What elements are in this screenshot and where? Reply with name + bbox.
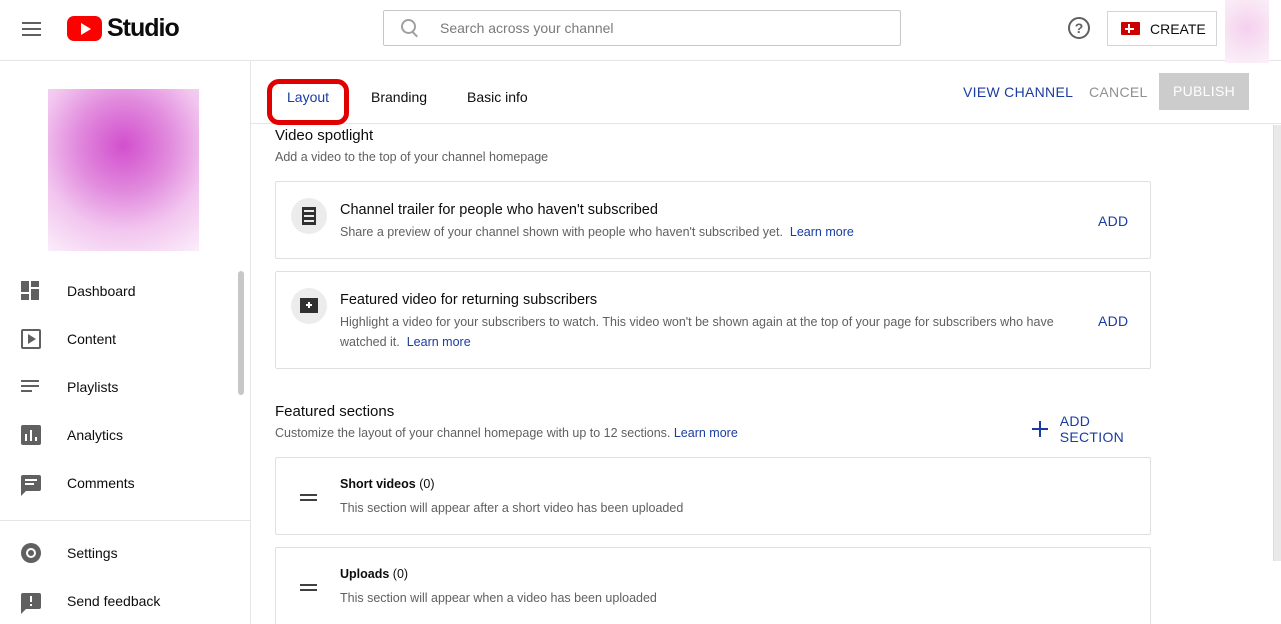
sidebar-item-label: Playlists xyxy=(67,379,119,395)
plus-icon xyxy=(1032,421,1048,437)
sidebar-item-label: Send feedback xyxy=(67,593,161,609)
learn-more-link[interactable]: Learn more xyxy=(790,225,854,239)
sidebar-item-label: Settings xyxy=(67,545,118,561)
analytics-icon xyxy=(21,425,41,445)
main-scrollbar[interactable] xyxy=(1273,125,1281,561)
sidebar-item-label: Content xyxy=(67,331,117,347)
drag-handle-icon[interactable] xyxy=(300,494,317,502)
section-row-description: This section will appear after a short v… xyxy=(340,501,684,515)
sidebar-item-comments[interactable]: Comments xyxy=(0,459,250,507)
add-featured-video-button[interactable]: ADD xyxy=(1098,313,1128,329)
cancel-button[interactable]: CANCEL xyxy=(1089,84,1148,100)
youtube-play-icon xyxy=(67,15,102,41)
learn-more-link[interactable]: Learn more xyxy=(407,335,471,349)
video-spotlight-title: Video spotlight xyxy=(275,127,374,144)
section-count: (0) xyxy=(419,477,435,491)
featured-video-card: Featured video for returning subscribers… xyxy=(275,271,1151,369)
search-input[interactable] xyxy=(440,20,880,36)
hamburger-menu-icon[interactable] xyxy=(16,14,48,46)
featured-sections-title: Featured sections xyxy=(275,403,395,420)
create-button[interactable]: CREATE xyxy=(1107,11,1217,46)
section-count: (0) xyxy=(392,567,409,581)
top-app-bar: Studio ? CREATE xyxy=(0,0,1281,63)
comments-icon xyxy=(21,475,41,496)
section-row-short-videos[interactable]: Short videos (0) This section will appea… xyxy=(275,457,1151,535)
section-title-text: Uploads xyxy=(340,567,390,581)
drag-handle-icon[interactable] xyxy=(300,584,317,592)
featured-sections-subtitle-text: Customize the layout of your channel hom… xyxy=(275,426,671,440)
section-row-title: Short videos (0) xyxy=(340,477,434,491)
sidebar-item-settings[interactable]: Settings xyxy=(0,529,250,577)
gear-icon xyxy=(21,543,41,563)
publish-button[interactable]: PUBLISH xyxy=(1159,73,1249,110)
learn-more-link[interactable]: Learn more xyxy=(674,426,738,440)
video-spotlight-subtitle: Add a video to the top of your channel h… xyxy=(275,150,549,164)
card-title: Channel trailer for people who haven't s… xyxy=(340,202,658,218)
channel-trailer-card: Channel trailer for people who haven't s… xyxy=(275,181,1151,259)
video-camera-add-icon xyxy=(1121,22,1140,35)
search-box[interactable] xyxy=(383,10,901,46)
sidebar-item-label: Comments xyxy=(67,475,135,491)
sidebar-item-playlists[interactable]: Playlists xyxy=(0,363,250,411)
section-title-text: Short videos xyxy=(340,477,416,491)
studio-logo[interactable]: Studio xyxy=(67,13,180,42)
content-icon xyxy=(21,329,41,349)
sidebar-item-send-feedback[interactable]: Send feedback xyxy=(0,577,250,624)
sidebar: Dashboard Content Playlists Analytics Co… xyxy=(0,61,251,624)
feedback-icon xyxy=(21,593,41,614)
sidebar-item-dashboard[interactable]: Dashboard xyxy=(0,267,250,315)
card-description: Share a preview of your channel shown wi… xyxy=(340,222,1090,242)
section-row-title: Uploads (0) xyxy=(340,567,408,581)
add-section-button[interactable]: ADD SECTION xyxy=(1032,413,1151,445)
sidebar-item-label: Analytics xyxy=(67,427,124,443)
tab-layout[interactable]: Layout xyxy=(287,89,329,105)
help-icon[interactable]: ? xyxy=(1068,17,1090,39)
logo-text: Studio xyxy=(107,13,180,42)
sidebar-bottom-nav: Settings Send feedback xyxy=(0,529,250,624)
card-description-text: Share a preview of your channel shown wi… xyxy=(340,225,783,239)
add-trailer-button[interactable]: ADD xyxy=(1098,213,1128,229)
divider xyxy=(0,520,250,521)
card-title: Featured video for returning subscribers xyxy=(340,292,598,308)
tab-basic-info[interactable]: Basic info xyxy=(467,89,528,105)
account-avatar[interactable] xyxy=(1225,0,1269,63)
sidebar-nav: Dashboard Content Playlists Analytics Co… xyxy=(0,267,250,507)
featured-sections-subtitle: Customize the layout of your channel hom… xyxy=(275,426,738,440)
clapperboard-icon xyxy=(291,288,327,324)
dashboard-icon xyxy=(21,281,41,301)
sidebar-item-label: Dashboard xyxy=(67,283,136,299)
sidebar-item-content[interactable]: Content xyxy=(0,315,250,363)
create-label: CREATE xyxy=(1150,20,1206,37)
playlists-icon xyxy=(21,377,41,397)
channel-avatar[interactable] xyxy=(48,89,199,251)
sidebar-scrollbar[interactable] xyxy=(238,271,244,395)
section-row-description: This section will appear when a video ha… xyxy=(340,591,657,605)
card-description: Highlight a video for your subscribers t… xyxy=(340,312,1090,352)
add-section-label: ADD SECTION xyxy=(1059,413,1125,445)
customization-tabs: Layout Branding Basic info VIEW CHANNEL … xyxy=(251,61,1281,125)
sidebar-item-analytics[interactable]: Analytics xyxy=(0,411,250,459)
tab-branding[interactable]: Branding xyxy=(371,89,427,105)
search-icon[interactable] xyxy=(400,18,420,38)
view-channel-button[interactable]: VIEW CHANNEL xyxy=(963,84,1073,100)
film-icon xyxy=(291,198,327,234)
section-row-uploads[interactable]: Uploads (0) This section will appear whe… xyxy=(275,547,1151,624)
